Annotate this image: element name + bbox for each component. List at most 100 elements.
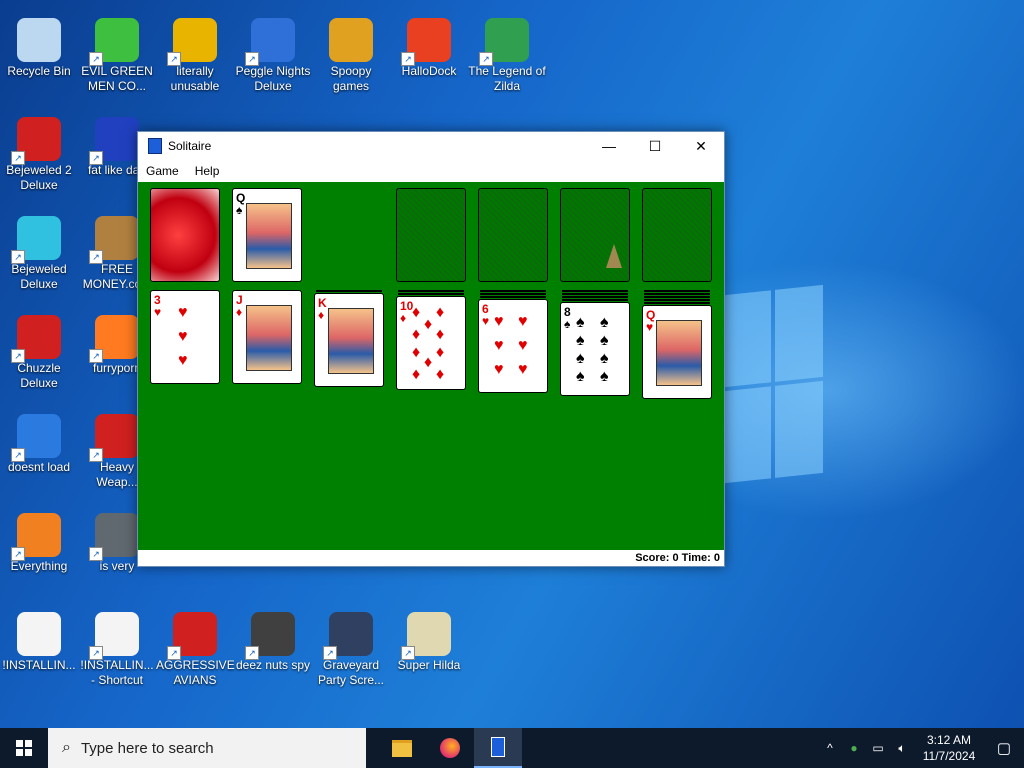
card-suit: ♦ (400, 311, 407, 325)
network-icon[interactable]: ▭ (866, 741, 890, 755)
desktop-icon[interactable]: ↗ Everything (0, 513, 78, 574)
search-box[interactable]: ⌕ Type here to search (48, 728, 366, 768)
desktop-icon-label: Peggle Nights Deluxe (235, 64, 311, 93)
shortcut-arrow-icon: ↗ (89, 250, 103, 264)
desktop-icon[interactable]: ↗ AGGRESSIVE AVIANS (156, 612, 235, 688)
desktop-icon-label: HalloDock (401, 64, 457, 78)
status-bar: Score: 0 Time: 0 (138, 550, 724, 566)
waste-card[interactable]: Q ♠ (232, 188, 302, 282)
shortcut-arrow-icon: ↗ (11, 349, 25, 363)
windows-icon (16, 740, 32, 756)
wallpaper-windows-logo (725, 284, 823, 485)
waste-suit: ♠ (236, 203, 243, 217)
desktop-icon[interactable]: ↗ The Legend of Zilda (468, 18, 546, 94)
foundation-slot-1[interactable] (396, 188, 466, 282)
clock[interactable]: 3:12 AM 11/7/2024 (914, 732, 984, 764)
hidden-card-edge (562, 299, 628, 301)
menu-help[interactable]: Help (187, 164, 228, 178)
desktop-icon[interactable]: !INSTALLIN... (0, 612, 78, 673)
desktop-icon[interactable]: ↗ doesnt load (0, 414, 78, 475)
desktop-icon[interactable]: ↗ Peggle Nights Deluxe (234, 18, 312, 94)
hidden-card-edge (562, 293, 628, 295)
search-ring-icon: ↗ (11, 513, 61, 561)
score-time-text: Score: 0 Time: 0 (635, 552, 720, 564)
solitaire-window[interactable]: Solitaire — ☐ ✕ Game Help Q ♠ 3 ♥ ♥ ♥ ♥ J ♦ K ♦ 1… (137, 131, 725, 567)
card-table[interactable]: Q ♠ 3 ♥ ♥ ♥ ♥ J ♦ K ♦ 10 ♦ ♦ ♦ ♦ ♦ ♦ ♦ ♦ ♦ ♦ ♦ 6 ♥ ♥ ♥ ♥ ♥ ♥ ♥ 8 ♠ ♠ ♠ ♠ ♠… (138, 182, 724, 550)
foundation-slot-2[interactable] (478, 188, 548, 282)
volume-icon[interactable]: 🔈︎ (890, 741, 914, 756)
card-suit: ♦ (318, 308, 325, 322)
desktop-icon[interactable]: Spoopy games (312, 18, 390, 94)
desktop-icon[interactable]: ↗ deez nuts spy (234, 612, 312, 673)
shortcut-arrow-icon: ↗ (89, 349, 103, 363)
desktop-icon[interactable]: ↗ !INSTALLIN... - Shortcut (78, 612, 156, 688)
card-pip: ♠ (600, 368, 609, 385)
desktop-icon[interactable]: ↗ Bejeweled 2 Deluxe (0, 117, 78, 193)
close-button[interactable]: ✕ (678, 132, 724, 160)
chrome-icon: ↗ (167, 18, 217, 66)
shortcut-arrow-icon: ↗ (323, 646, 337, 660)
card-pip: ♥ (178, 352, 188, 369)
chevron-up-icon[interactable]: ^ (818, 741, 842, 755)
shortcut-arrow-icon: ↗ (11, 250, 25, 264)
card-pip: ♦ (436, 366, 445, 383)
card-pip: ♦ (436, 344, 445, 361)
hidden-card-edge (644, 296, 710, 298)
desktop-icon-label: Spoopy games (330, 64, 372, 93)
shortcut-arrow-icon: ↗ (245, 646, 259, 660)
tableau-card[interactable]: 8 ♠ ♠ ♠ ♠ ♠ ♠ ♠ ♠ ♠ (560, 302, 630, 396)
card-suit: ♠ (564, 317, 571, 331)
graveyard-icon: ↗ (323, 612, 373, 660)
hidden-card-edge (644, 299, 710, 301)
recycle-bin-icon (17, 18, 61, 62)
stock-pile[interactable] (150, 188, 220, 282)
desktop-icon[interactable]: ↗ Graveyard Party Scre... (312, 612, 390, 688)
desktop-icon-label: EVIL GREEN MEN CO... (81, 64, 153, 93)
foundation-slot-4[interactable] (642, 188, 712, 282)
desktop-icon[interactable]: ↗ literally unusable (156, 18, 234, 94)
tableau-card[interactable]: J ♦ (232, 290, 302, 384)
shortcut-arrow-icon: ↗ (11, 547, 25, 561)
menu-game[interactable]: Game (138, 164, 187, 178)
card-pip: ♥ (518, 313, 528, 330)
desktop-icon[interactable]: ↗ Super Hilda (390, 612, 468, 673)
peggle-icon: ↗ (245, 18, 295, 66)
solitaire-icon (491, 737, 505, 757)
desktop-icon-label: deez nuts spy (235, 658, 311, 672)
taskbar-file-explorer[interactable] (378, 728, 426, 768)
tableau-card[interactable]: 10 ♦ ♦ ♦ ♦ ♦ ♦ ♦ ♦ ♦ ♦ ♦ (396, 296, 466, 390)
title-bar[interactable]: Solitaire — ☐ ✕ (138, 132, 724, 160)
taskbar-firefox[interactable] (426, 728, 474, 768)
start-button[interactable] (0, 728, 48, 768)
desktop-icon-label: Everything (10, 559, 68, 573)
chuzzle-icon: ↗ (11, 315, 61, 363)
card-pip: ♥ (178, 304, 188, 321)
tableau-card[interactable]: Q ♥ (642, 305, 712, 399)
card-pip: ♦ (412, 326, 421, 343)
search-placeholder: Type here to search (80, 739, 214, 757)
window-title: Solitaire (168, 139, 212, 153)
maximize-button[interactable]: ☐ (632, 132, 678, 160)
court-face-art (246, 305, 292, 371)
desktop-icon[interactable]: ↗ EVIL GREEN MEN CO... (78, 18, 156, 94)
desktop-icon[interactable]: Recycle Bin (0, 18, 78, 79)
hidden-card-edge (398, 293, 464, 295)
card-pip: ♦ (424, 354, 433, 371)
tableau-card[interactable]: 3 ♥ ♥ ♥ ♥ (150, 290, 220, 384)
card-pip: ♦ (436, 326, 445, 343)
desktop-icon[interactable]: ↗ Bejeweled Deluxe (0, 216, 78, 292)
card-pip: ♥ (178, 328, 188, 345)
tableau-card[interactable]: K ♦ (314, 293, 384, 387)
desktop-icon-label: literally unusable (170, 64, 220, 93)
notification-icon[interactable]: ▢ (984, 739, 1024, 757)
taskbar-solitaire[interactable] (474, 728, 522, 768)
person-icon[interactable]: ● (842, 741, 866, 755)
minimize-button[interactable]: — (586, 132, 632, 160)
tableau-card[interactable]: 6 ♥ ♥ ♥ ♥ ♥ ♥ ♥ (478, 299, 548, 393)
card-pip: ♥ (518, 361, 528, 378)
desktop-icon[interactable]: ↗ HalloDock (390, 18, 468, 79)
card-suit: ♥ (646, 320, 654, 334)
taskbar: ⌕ Type here to search ^ ● ▭ 🔈︎ 3:12 AM 1… (0, 728, 1024, 768)
desktop-icon[interactable]: ↗ Chuzzle Deluxe (0, 315, 78, 391)
desktop-icon-label: Super Hilda (397, 658, 461, 672)
